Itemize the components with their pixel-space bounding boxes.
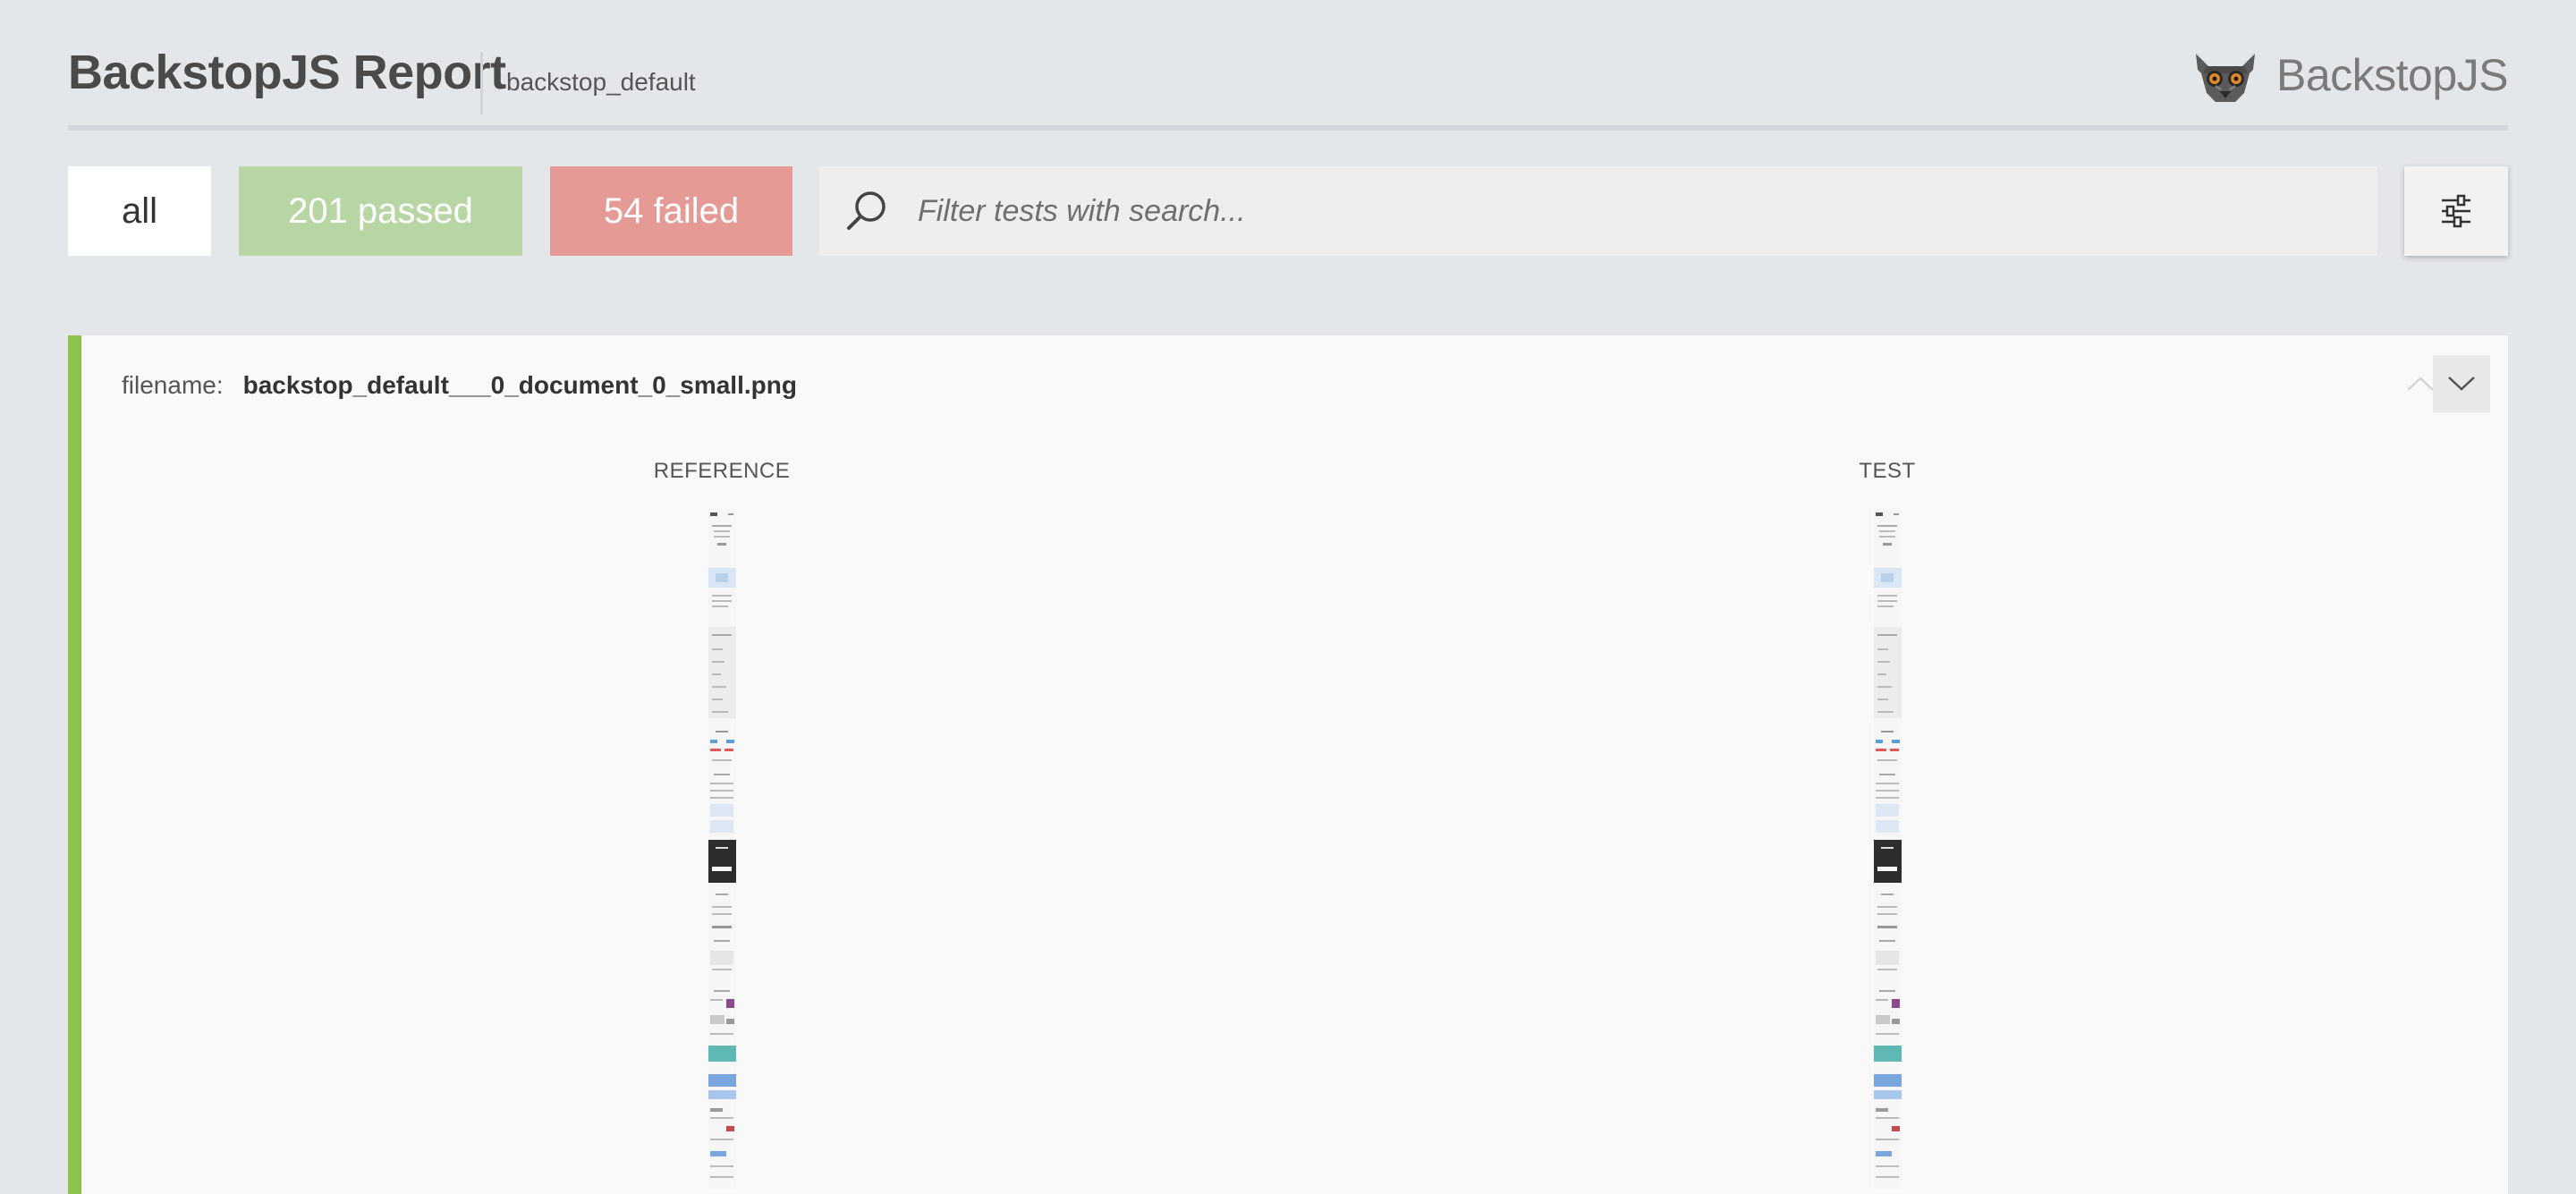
brand: BackstopJS [2190, 47, 2509, 104]
filter-toolbar: all 201 passed 54 failed [68, 166, 2508, 256]
lemur-logo-icon [2195, 54, 2255, 102]
search-input[interactable] [916, 166, 2377, 256]
filter-failed-button[interactable]: 54 failed [550, 166, 792, 256]
filter-all-button[interactable]: all [68, 166, 211, 256]
search-icon [847, 191, 886, 230]
settings-sliders-icon [2442, 194, 2470, 228]
test-label: TEST [1859, 459, 1916, 483]
reference-screenshot[interactable] [708, 509, 736, 1189]
brand-name: BackstopJS [2275, 50, 2509, 100]
report-header: BackstopJS Report backstop_default Backs… [68, 0, 2509, 131]
filter-passed-button[interactable]: 201 passed [239, 166, 522, 256]
filename-value: backstop_default___0_document_0_small.pn… [242, 371, 797, 399]
test-result-card: filename: backstop_default___0_document_… [68, 335, 2508, 1194]
search-box [819, 166, 2377, 256]
report-subtitle: backstop_default [506, 68, 696, 96]
next-test-button[interactable] [2433, 355, 2490, 412]
chevron-down-icon [2448, 377, 2475, 391]
title-divider [480, 52, 483, 114]
settings-button[interactable] [2404, 166, 2508, 256]
report-title: BackstopJS Report [68, 46, 506, 99]
filename-row: filename: backstop_default___0_document_… [122, 371, 797, 400]
filename-label: filename: [122, 371, 224, 399]
reference-label: REFERENCE [653, 459, 791, 483]
test-screenshot[interactable] [1874, 509, 1902, 1189]
chevron-up-icon [2407, 377, 2434, 391]
